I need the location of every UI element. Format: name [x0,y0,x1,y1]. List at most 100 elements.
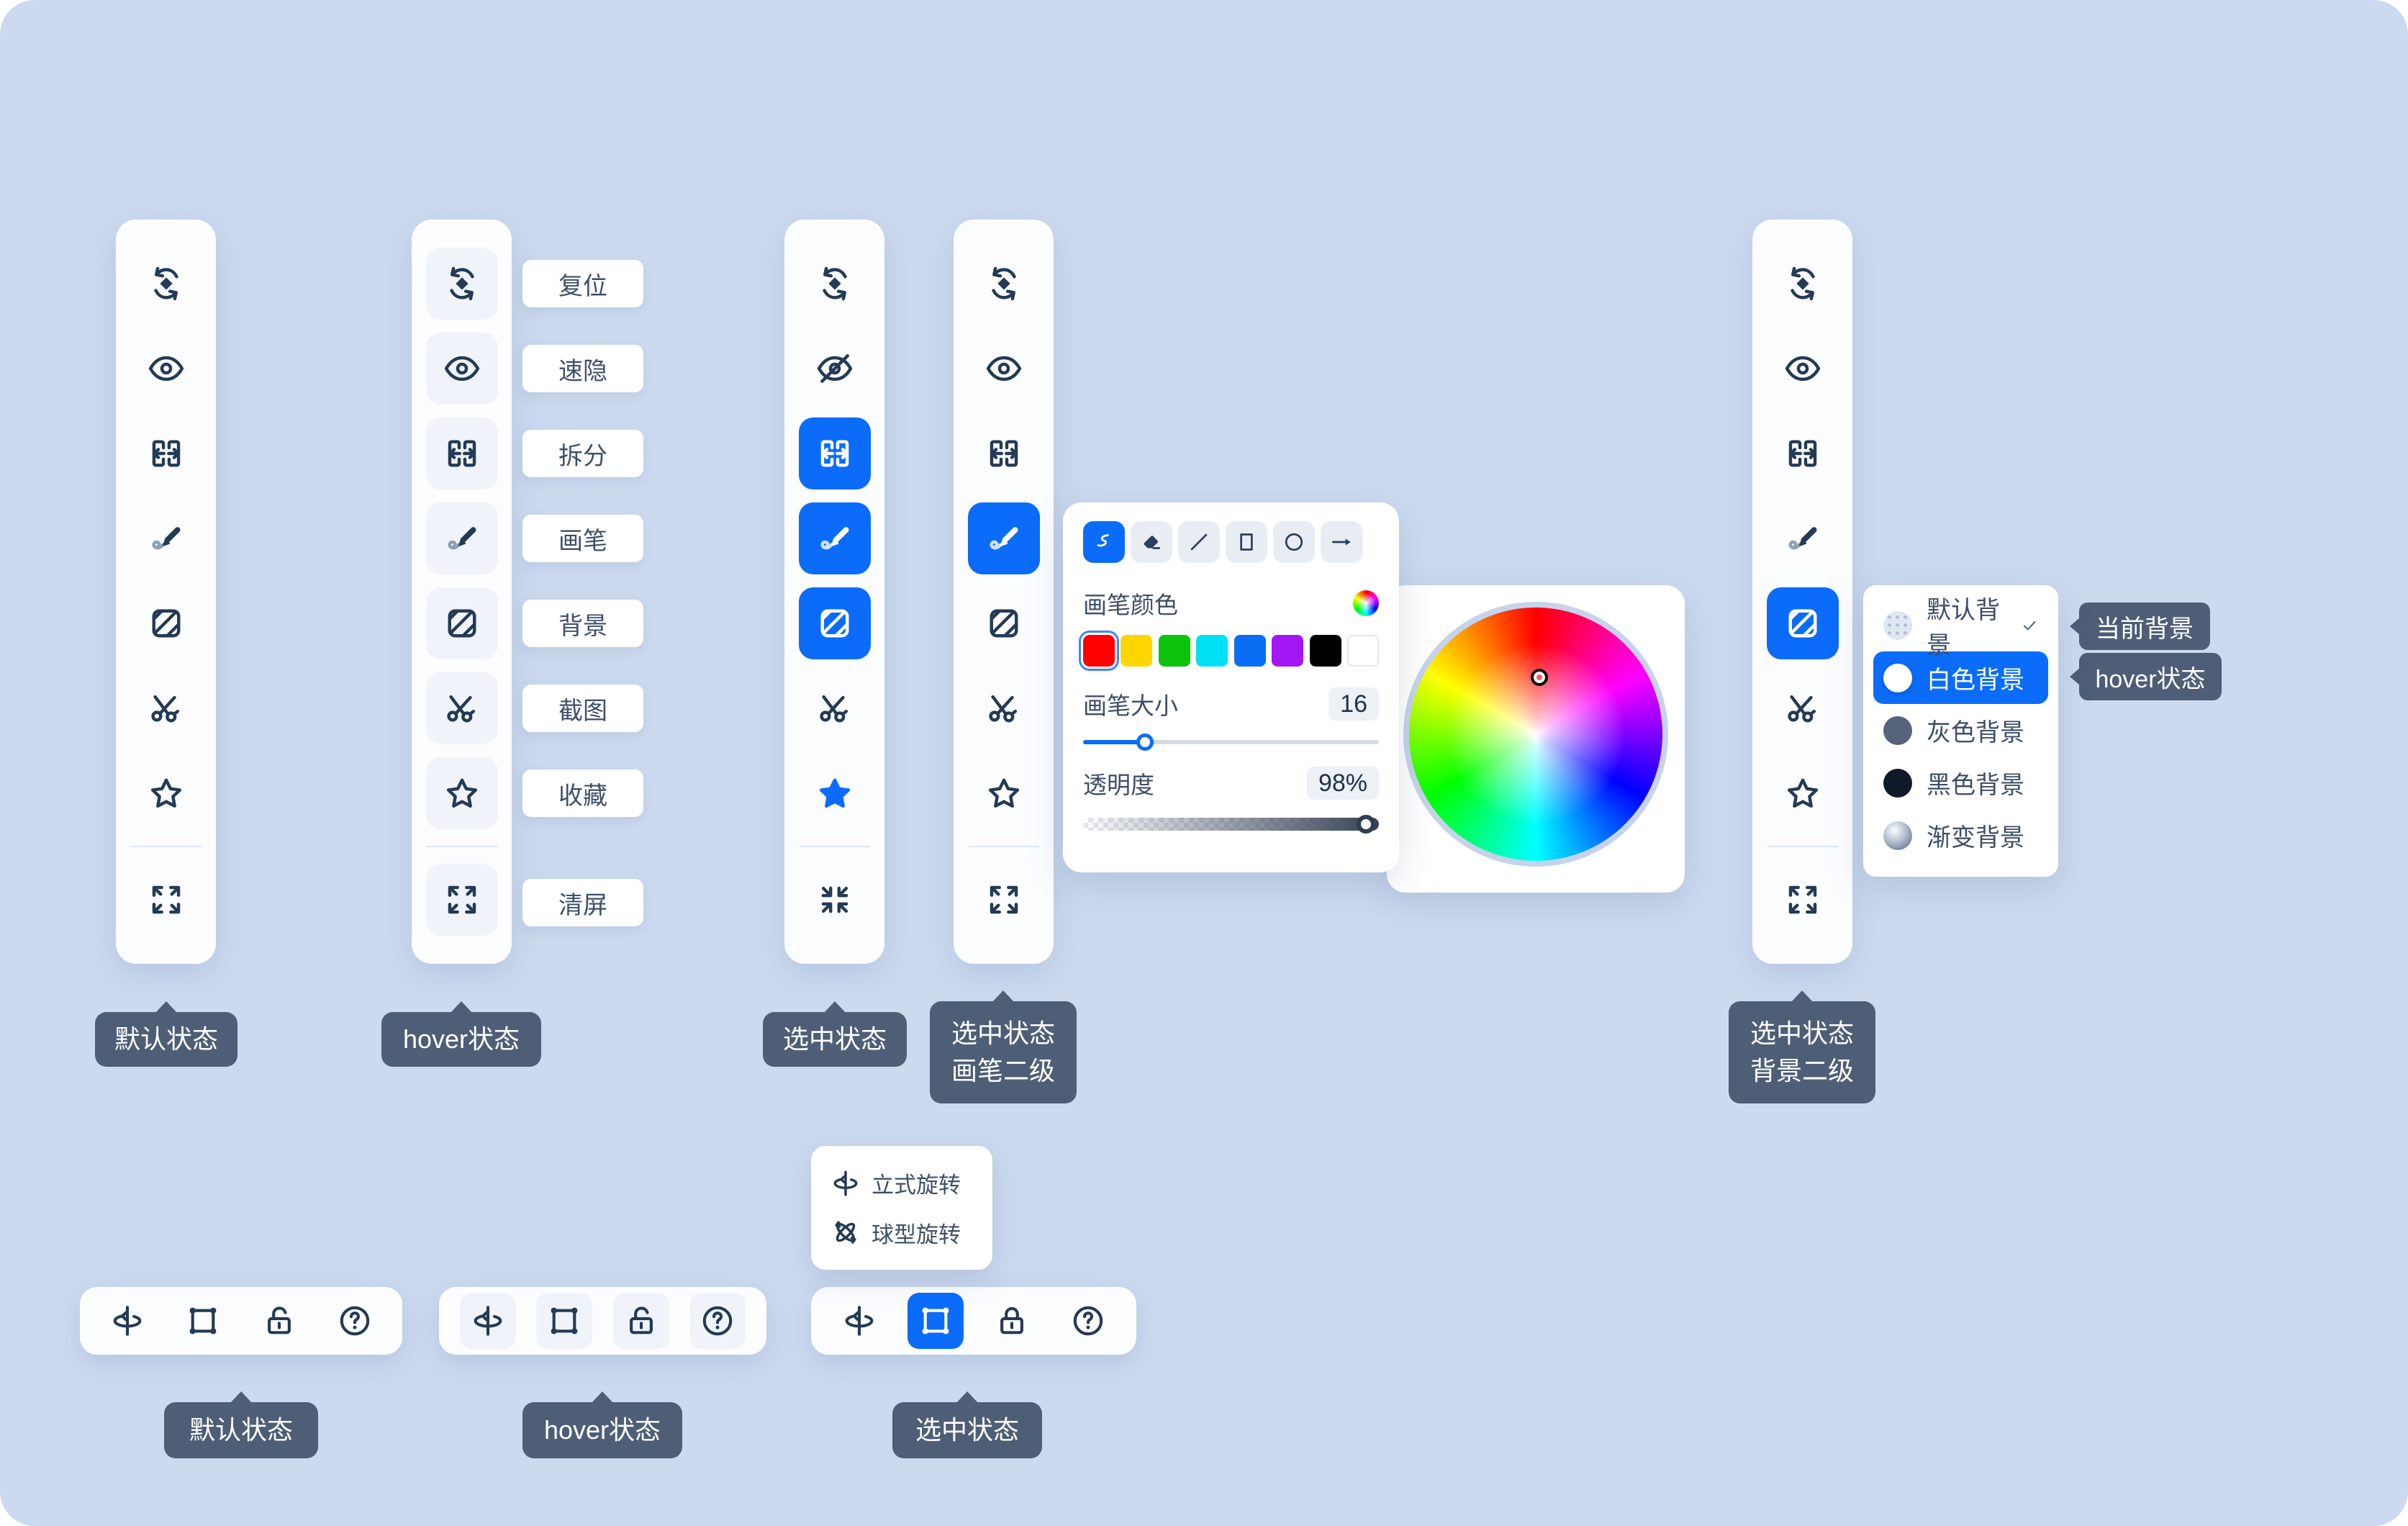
menu-item-label: 默认背景 [1927,590,2006,661]
opacity-value: 98% [1307,767,1379,800]
rotate-menu: 立式旋转 球型旋转 [811,1146,992,1270]
color-swatch-blue[interactable] [1234,635,1266,667]
tool-split[interactable] [130,417,202,489]
color-swatch-yellow[interactable] [1121,635,1152,667]
brush-size-slider[interactable] [1083,740,1379,744]
split-icon [984,433,1024,474]
tool-transform[interactable] [536,1293,592,1349]
tool-quick-hide[interactable] [130,333,202,405]
color-swatch-purple[interactable] [1272,635,1303,667]
tool-background[interactable] [799,587,871,659]
tool-lock[interactable] [251,1293,307,1349]
color-wheel-button[interactable] [1353,590,1379,616]
tool-background[interactable] [130,587,202,659]
brush-tools-row [1083,521,1379,563]
opacity-slider[interactable] [1083,818,1379,831]
tool-split[interactable] [426,417,498,489]
caption-selected-state: 选中状态 [892,1402,1042,1458]
tool-rotate[interactable] [99,1293,155,1349]
brush-size-value: 16 [1329,687,1379,721]
tool-screenshot[interactable] [130,672,202,744]
menu-item-label: 球型旋转 [872,1216,961,1249]
tool-pen[interactable] [1083,521,1125,563]
tool-reset[interactable] [1767,248,1839,320]
tool-fullscreen[interactable] [426,864,498,936]
transform-frame-icon [546,1302,583,1340]
tool-favorite[interactable] [426,757,498,829]
tool-lock[interactable] [984,1293,1040,1349]
tool-fullscreen[interactable] [130,864,202,936]
tool-transform[interactable] [907,1293,964,1349]
tool-background[interactable] [968,587,1040,659]
tool-split[interactable] [799,417,871,489]
tool-fullscreen[interactable] [968,864,1040,936]
caption-hover-state: hover状态 [522,1402,682,1458]
hue-wheel[interactable] [1403,602,1668,867]
tool-fullscreen[interactable] [1767,864,1839,936]
menu-item-default-background[interactable]: 默认背景 [1873,599,2048,651]
tool-brush[interactable] [968,502,1040,574]
tool-reset[interactable] [130,248,202,320]
menu-item-gray-background[interactable]: 灰色背景 [1873,704,2048,757]
color-swatch-black[interactable] [1310,635,1341,667]
tool-line[interactable] [1178,521,1220,563]
tool-help[interactable] [327,1293,383,1349]
tool-rotate[interactable] [831,1293,887,1349]
expand-icon [984,880,1024,920]
tool-rotate[interactable] [460,1293,516,1349]
scissors-icon [146,688,186,728]
menu-item-gradient-background[interactable]: 渐变背景 [1873,809,2048,862]
tool-split[interactable] [968,417,1040,489]
tool-brush[interactable] [130,502,202,574]
tool-favorite[interactable] [968,757,1040,829]
tool-help[interactable] [689,1293,746,1349]
toolbar-object-selected [811,1287,1136,1355]
tool-reset[interactable] [799,248,871,320]
tool-favorite[interactable] [130,757,202,829]
reset-icon [442,263,482,304]
brush-color-label: 画笔颜色 [1083,586,1178,620]
menu-item-vertical-rotate[interactable]: 立式旋转 [811,1167,992,1199]
color-swatch-white[interactable] [1347,635,1379,667]
tooltip-quick-hide: 速隐 [522,345,643,392]
color-swatch-red[interactable] [1083,635,1115,667]
tool-background[interactable] [1767,587,1839,659]
tool-eraser[interactable] [1131,521,1172,563]
hue-cursor[interactable] [1531,669,1548,686]
tool-rectangle[interactable] [1226,521,1267,563]
eye-icon [984,348,1024,389]
tool-reset[interactable] [426,248,498,320]
menu-item-black-background[interactable]: 黑色背景 [1873,757,2048,809]
tool-arrow[interactable] [1321,521,1362,563]
caption-text: 选中状态 [915,1412,1019,1449]
tool-quick-hide[interactable] [426,333,498,405]
slider-handle[interactable] [1136,733,1154,751]
color-swatch-green[interactable] [1159,635,1190,667]
background-icon [442,603,482,644]
tool-background[interactable] [426,587,498,659]
tool-screenshot[interactable] [799,672,871,744]
menu-item-sphere-rotate[interactable]: 球型旋转 [811,1216,992,1249]
tool-brush[interactable] [799,502,871,574]
tool-split[interactable] [1767,417,1839,489]
tool-favorite[interactable] [1767,757,1839,829]
tool-transform[interactable] [175,1293,231,1349]
tool-lock[interactable] [613,1293,669,1349]
tool-help[interactable] [1060,1293,1116,1349]
tool-brush[interactable] [426,502,498,574]
tool-favorite[interactable] [799,757,871,829]
tool-brush[interactable] [1767,502,1839,574]
opacity-handle[interactable] [1357,815,1375,834]
toolbar-vertical-selected [784,220,884,964]
brush-icon [984,518,1024,559]
color-swatch-cyan[interactable] [1196,635,1228,667]
tool-reset[interactable] [968,248,1040,320]
tool-ellipse[interactable] [1273,521,1315,563]
tool-quick-hide[interactable] [799,333,871,405]
tool-screenshot[interactable] [1767,672,1839,744]
tool-exit-fullscreen[interactable] [799,864,871,936]
tool-quick-hide[interactable] [1767,333,1839,405]
tool-quick-hide[interactable] [968,333,1040,405]
tool-screenshot[interactable] [968,672,1040,744]
tool-screenshot[interactable] [426,672,498,744]
